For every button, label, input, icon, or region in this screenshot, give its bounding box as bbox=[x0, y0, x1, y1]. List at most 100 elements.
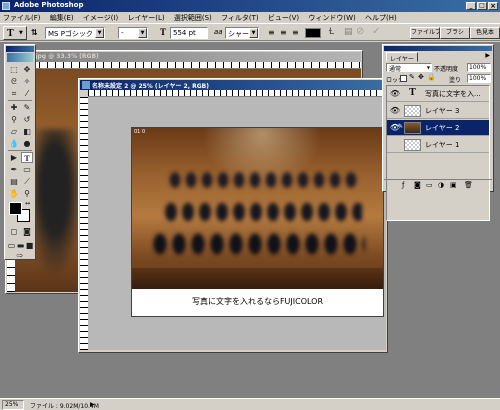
close-button[interactable]: × bbox=[488, 2, 498, 10]
status-bar: 25% ファイル : 9.02M/10.4M ▶ bbox=[0, 398, 500, 410]
brush-tool-icon[interactable]: ✎ bbox=[21, 102, 33, 113]
move-tool-icon[interactable]: ✥ bbox=[21, 64, 33, 75]
fill-field[interactable]: 100% bbox=[467, 74, 491, 83]
quick-mask-mode-icon[interactable]: ◙ bbox=[21, 226, 33, 237]
gradient-tool-icon[interactable]: ◧ bbox=[21, 126, 33, 137]
eye-icon[interactable]: 👁 bbox=[389, 88, 401, 100]
palette-well: ファイルブ ブラシ 色見本 bbox=[410, 27, 500, 39]
text-color-swatch[interactable] bbox=[305, 28, 321, 38]
tools-title-bar[interactable] bbox=[6, 46, 34, 52]
bg-doc-ruler-top bbox=[15, 62, 361, 69]
swap-colors-icon[interactable]: ↔ bbox=[25, 200, 30, 207]
menu-layer[interactable]: レイヤー(L) bbox=[127, 14, 164, 22]
eye-icon[interactable]: 👁 bbox=[389, 105, 401, 117]
font-style-select[interactable]: - ▼ bbox=[118, 27, 148, 39]
palette-tab-swatches[interactable]: 色見本 bbox=[470, 27, 500, 39]
document-window[interactable]: 名称未設定 2 @ 25% (レイヤー 2, RGB) 01 0 写真に文字を入… bbox=[78, 78, 388, 353]
menu-edit[interactable]: 編集(E) bbox=[50, 14, 74, 22]
pen-tool-icon[interactable]: ✒ bbox=[8, 164, 20, 175]
lock-transparency-checkbox[interactable] bbox=[400, 75, 407, 82]
chevron-down-icon: ▼ bbox=[138, 28, 147, 38]
doc-icon bbox=[82, 81, 90, 89]
lock-move-icon[interactable]: ✥ bbox=[418, 73, 424, 81]
screen-mode-full-icon[interactable]: ■ bbox=[25, 240, 34, 251]
magic-wand-tool-icon[interactable]: ✧ bbox=[21, 76, 33, 87]
lock-all-icon[interactable]: 🔒 bbox=[427, 73, 436, 81]
jump-to-imageready-icon[interactable]: ⇨ bbox=[14, 250, 26, 261]
healing-brush-tool-icon[interactable]: ✚ bbox=[8, 102, 20, 113]
palette-tab-brushes[interactable]: ブラシ bbox=[440, 27, 470, 39]
doc-canvas[interactable]: 01 0 写真に文字を入れるならFUJICOLOR bbox=[131, 127, 384, 317]
path-select-tool-icon[interactable]: ▶ bbox=[8, 152, 20, 163]
menu-image[interactable]: イメージ(I) bbox=[83, 14, 118, 22]
eraser-tool-icon[interactable]: ▱ bbox=[8, 126, 20, 137]
crop-tool-icon[interactable]: ⌗ bbox=[8, 88, 20, 99]
align-left-icon[interactable]: ≡ bbox=[268, 28, 275, 37]
layer-row-layer1[interactable]: · レイヤー 1 bbox=[387, 137, 489, 153]
menu-select[interactable]: 選択範囲(S) bbox=[174, 14, 212, 22]
photo-label: 01 0 bbox=[134, 129, 146, 135]
status-menu-icon[interactable]: ▶ bbox=[90, 401, 95, 408]
layer-row-layer3[interactable]: 👁 レイヤー 3 bbox=[387, 103, 489, 119]
layer-mask-icon[interactable]: ◙ bbox=[414, 181, 421, 189]
chevron-down-icon: ▼ bbox=[249, 28, 258, 38]
layer-thumbnail bbox=[404, 139, 421, 151]
anti-alias-select[interactable]: シャープ ▼ bbox=[225, 27, 259, 39]
history-brush-tool-icon[interactable]: ↺ bbox=[21, 114, 33, 125]
notes-tool-icon[interactable]: ▤ bbox=[8, 176, 20, 187]
dodge-tool-icon[interactable]: ● bbox=[21, 138, 33, 149]
standard-mode-icon[interactable]: ◻ bbox=[8, 226, 20, 237]
brush-link-icon: ✎ bbox=[398, 123, 404, 130]
hand-tool-icon[interactable]: ✋ bbox=[8, 188, 20, 199]
warp-text-icon[interactable]: Ɫ bbox=[329, 27, 334, 37]
lasso-tool-icon[interactable]: ᘓ bbox=[8, 76, 20, 87]
layer-row-text[interactable]: 👁 T 写真に文字を入... bbox=[387, 86, 489, 102]
layers-title-bar[interactable] bbox=[384, 46, 492, 51]
menu-window[interactable]: ウィンドウ(W) bbox=[308, 14, 355, 22]
zoom-field[interactable]: 25% bbox=[2, 400, 24, 410]
type-tool-icon[interactable]: T bbox=[21, 152, 33, 163]
minimize-button[interactable]: _ bbox=[466, 2, 476, 10]
menu-help[interactable]: ヘルプ(H) bbox=[365, 14, 397, 22]
shape-tool-icon[interactable]: ▭ bbox=[21, 164, 33, 175]
commit-edit-icon[interactable]: ✓ bbox=[372, 26, 380, 37]
tools-palette: ⬚ ✥ ᘓ ✧ ⌗ ⁄ ✚ ✎ ⚲ ↺ ▱ ◧ 💧 ● ▶ T ✒ ▭ ▤ ⟋ … bbox=[4, 44, 36, 260]
blend-mode-select[interactable]: 通常 ▼ bbox=[386, 63, 432, 73]
layer-row-layer2[interactable]: 👁 ✎ レイヤー 2 bbox=[387, 120, 489, 136]
opacity-field[interactable]: 100% bbox=[467, 63, 491, 72]
text-orientation-icon[interactable]: ⇅ bbox=[31, 28, 38, 37]
slice-tool-icon[interactable]: ⁄ bbox=[21, 88, 33, 99]
bg-doc-title-bar[interactable]: 1.jpg @ 33.3% (RGB) bbox=[7, 52, 361, 62]
new-layer-icon[interactable]: ▣ bbox=[450, 181, 457, 189]
blur-tool-icon[interactable]: 💧 bbox=[8, 138, 20, 149]
palette-toggle-icon[interactable]: ▤ bbox=[344, 27, 353, 37]
cancel-edit-icon[interactable]: ⊘ bbox=[356, 26, 364, 37]
maximize-button[interactable]: □ bbox=[477, 2, 487, 10]
menu-view[interactable]: ビュー(V) bbox=[268, 14, 299, 22]
font-size-field[interactable]: 554 pt bbox=[170, 27, 208, 39]
lock-paint-icon[interactable]: ✎ bbox=[409, 73, 415, 81]
caption-text-layer[interactable]: 写真に文字を入れるならFUJICOLOR bbox=[132, 296, 383, 307]
adjustment-layer-icon[interactable]: ◑ bbox=[438, 181, 444, 189]
align-right-icon[interactable]: ≡ bbox=[292, 28, 299, 37]
eyedropper-tool-icon[interactable]: ⟋ bbox=[21, 176, 33, 187]
text-tool-preset[interactable]: T ▼ bbox=[3, 26, 27, 40]
layer-style-icon[interactable]: ƒ bbox=[402, 181, 404, 189]
photoshop-app-icon bbox=[2, 2, 10, 10]
menu-file[interactable]: ファイル(F) bbox=[3, 14, 41, 22]
palette-tab-file-browser[interactable]: ファイルブ bbox=[410, 27, 440, 39]
zoom-tool-icon[interactable]: ⚲ bbox=[21, 188, 33, 199]
marquee-tool-icon[interactable]: ⬚ bbox=[8, 64, 20, 75]
menu-filter[interactable]: フィルタ(T) bbox=[221, 14, 259, 22]
palette-menu-icon[interactable]: ▶ bbox=[485, 52, 490, 59]
doc-title-bar[interactable]: 名称未設定 2 @ 25% (レイヤー 2, RGB) bbox=[80, 80, 386, 90]
font-family-select[interactable]: MS Pゴシック ▼ bbox=[45, 27, 105, 39]
trash-icon[interactable]: 🗑 bbox=[464, 181, 473, 189]
foreground-color-swatch[interactable] bbox=[9, 202, 22, 215]
align-center-icon[interactable]: ≡ bbox=[280, 28, 287, 37]
layer-name: 写真に文字を入... bbox=[425, 90, 481, 98]
eye-icon[interactable]: · bbox=[389, 139, 401, 151]
clone-stamp-tool-icon[interactable]: ⚲ bbox=[8, 114, 20, 125]
layers-tab[interactable]: レイヤー bbox=[386, 52, 418, 63]
new-set-icon[interactable]: ▭ bbox=[426, 181, 433, 189]
